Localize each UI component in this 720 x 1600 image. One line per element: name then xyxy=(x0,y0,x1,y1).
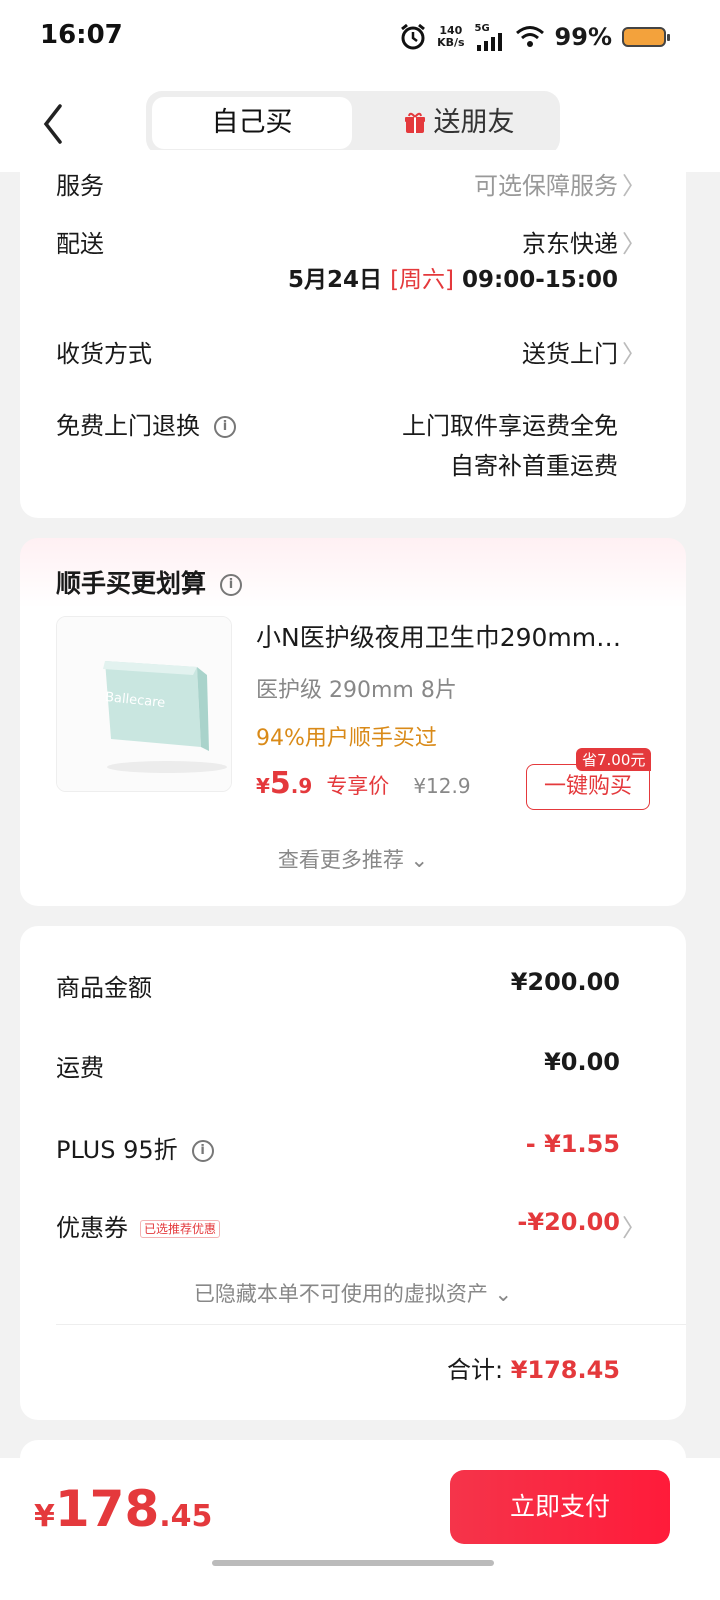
product-name[interactable]: 小N医护级夜用卫生巾290mm… xyxy=(256,618,656,654)
delivery-slot: 09:00-15:00 xyxy=(462,267,618,293)
free-return-value-1: 上门取件享运费全免 xyxy=(402,412,618,440)
hidden-assets-toggle[interactable]: 已隐藏本单不可使用的虚拟资产 ⌄ xyxy=(20,1278,686,1308)
coupon-tag: 已选推荐优惠 xyxy=(140,1220,221,1238)
info-icon[interactable]: i xyxy=(214,416,236,438)
free-return-text: 免费上门退换 xyxy=(56,412,200,440)
coupon-text: 优惠券 xyxy=(56,1214,128,1242)
coupon-value[interactable]: -¥20.00 xyxy=(517,1208,620,1236)
free-return-label: 免费上门退换 i xyxy=(56,406,236,441)
price-int: 5 xyxy=(269,766,291,801)
save-badge: 省7.00元 xyxy=(576,748,652,771)
chevron-down-icon: ⌄ xyxy=(494,1282,513,1306)
back-icon[interactable] xyxy=(36,100,76,148)
chevron-down-icon: ⌄ xyxy=(410,848,429,872)
wifi-icon xyxy=(515,26,544,47)
total-value: ¥178.45 xyxy=(510,1356,620,1384)
coupon-label: 优惠券 已选推荐优惠 xyxy=(56,1208,221,1243)
divider xyxy=(56,1324,686,1325)
total-label: 合计: xyxy=(446,1356,504,1384)
tab-send-friend[interactable]: 送朋友 xyxy=(364,97,554,149)
price-symbol: ¥ xyxy=(256,774,270,798)
product-price: ¥ 5 .9 专享价 ¥12.9 xyxy=(256,766,471,801)
alarm-icon xyxy=(401,23,425,50)
status-time: 16:07 xyxy=(40,20,123,50)
see-more-recommend[interactable]: 查看更多推荐 ⌄ xyxy=(20,844,686,874)
recommend-title: 顺手买更划算 i xyxy=(56,564,243,600)
order-info-card: 服务 可选保障服务 〉 配送 京东快递 〉 5月24日 [周六] 09:00-1… xyxy=(20,150,686,518)
delivery-weekday: [周六] xyxy=(390,267,455,293)
receive-value[interactable]: 送货上门 xyxy=(522,334,618,369)
chevron-right-icon[interactable]: 〉 xyxy=(622,166,646,201)
price-label: 专享价 xyxy=(326,774,390,798)
freight-label: 运费 xyxy=(56,1054,104,1082)
receive-label: 收货方式 xyxy=(56,340,152,368)
price-dec: .9 xyxy=(290,774,313,798)
network-speed: 140 KB/s xyxy=(437,25,464,49)
home-indicator[interactable] xyxy=(212,1560,494,1566)
plus-discount-text: PLUS 95折 xyxy=(56,1136,178,1164)
see-more-text: 查看更多推荐 xyxy=(277,848,404,872)
recommend-card: 顺手买更划算 i Ballecare 小N医护级夜用卫生巾290mm… 医护级 2… xyxy=(20,538,686,906)
tab-send-friend-label: 送朋友 xyxy=(433,107,515,138)
delivery-value[interactable]: 京东快递 xyxy=(522,224,618,259)
delivery-time[interactable]: 5月24日 [周六] 09:00-15:00 xyxy=(288,260,618,294)
bottom-total-price: ¥ 178 .45 xyxy=(34,1480,212,1538)
total-row: 合计: ¥178.45 xyxy=(447,1350,620,1385)
chevron-right-icon[interactable]: 〉 xyxy=(622,224,646,259)
chevron-right-icon[interactable]: 〉 xyxy=(622,1208,646,1243)
info-icon[interactable]: i xyxy=(220,574,243,596)
chevron-right-icon[interactable]: 〉 xyxy=(622,334,646,369)
info-icon[interactable]: i xyxy=(191,1140,214,1162)
product-spec: 医护级 290mm 8片 xyxy=(256,678,457,703)
service-value[interactable]: 可选保障服务 xyxy=(474,166,618,201)
goods-amount-label: 商品金额 xyxy=(56,974,152,1002)
speed-unit: KB/s xyxy=(437,36,465,49)
battery-percent: 99% xyxy=(554,23,612,51)
total-int: 178 xyxy=(54,1480,160,1538)
status-icons: 140 KB/s 5G 99% xyxy=(399,20,670,54)
tab-buy-self[interactable]: 自己买 xyxy=(152,97,352,149)
battery-icon xyxy=(622,27,670,47)
original-price: ¥12.9 xyxy=(413,774,471,798)
pay-now-button[interactable]: 立即支付 xyxy=(450,1470,670,1544)
total-dec: .45 xyxy=(159,1499,213,1534)
freight-value: ¥0.00 xyxy=(544,1048,620,1076)
plus-discount-value: - ¥1.55 xyxy=(525,1130,620,1158)
delivery-date: 5月24日 xyxy=(288,267,383,293)
price-summary-card: 商品金额 ¥200.00 运费 ¥0.00 PLUS 95折 i - ¥1.55 … xyxy=(20,926,686,1420)
purchase-mode-toggle: 自己买 送朋友 xyxy=(146,91,560,155)
total-symbol: ¥ xyxy=(34,1499,55,1534)
signal-icon: 5G xyxy=(475,23,505,51)
free-return-value-2: 自寄补首重运费 xyxy=(450,452,618,480)
status-bar: 16:07 140 KB/s 5G 99% xyxy=(0,0,720,76)
plus-discount-label: PLUS 95折 i xyxy=(56,1130,214,1165)
product-tag: 94%用户顺手买过 xyxy=(256,726,437,751)
product-image[interactable]: Ballecare xyxy=(56,616,232,792)
delivery-label: 配送 xyxy=(56,230,104,258)
goods-amount-value: ¥200.00 xyxy=(510,968,620,996)
bottom-pay-bar: ¥ 178 .45 立即支付 xyxy=(0,1458,720,1600)
recommend-title-text: 顺手买更划算 xyxy=(56,569,207,598)
hidden-assets-text: 已隐藏本单不可使用的虚拟资产 xyxy=(193,1282,488,1306)
gift-icon xyxy=(404,112,425,133)
service-label: 服务 xyxy=(56,172,104,200)
